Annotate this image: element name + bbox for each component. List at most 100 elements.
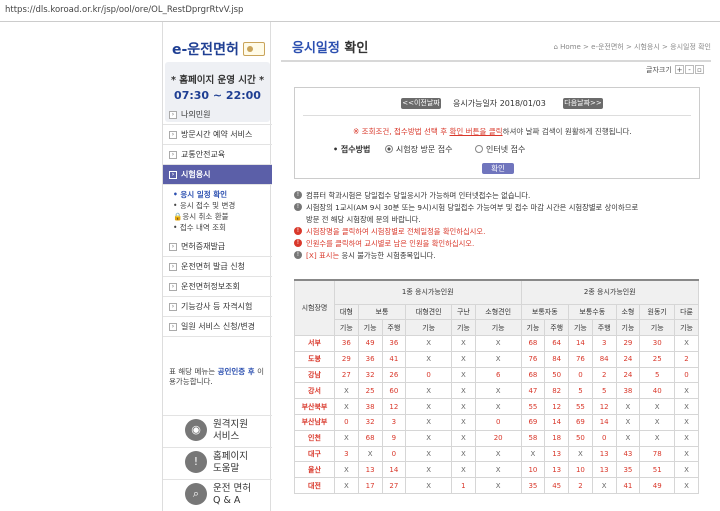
site-link[interactable]: 강서 [294, 382, 335, 400]
address-bar[interactable]: https://dls.koroad.or.kr/jsp/ool/ore/OL_… [0, 0, 720, 22]
capacity-link[interactable]: 60 [381, 382, 407, 400]
capacity-link[interactable]: 20 [474, 429, 522, 447]
capacity-link[interactable]: 2 [591, 366, 617, 384]
capacity-link[interactable]: 76 [520, 350, 546, 368]
capacity-link[interactable]: 3 [334, 445, 359, 463]
capacity-link[interactable]: 3 [381, 414, 407, 431]
capacity-link[interactable]: 12 [591, 398, 617, 416]
capacity-link[interactable]: 0 [334, 414, 359, 431]
sidebar-item[interactable]: › 운전면허정보조회 [163, 277, 272, 297]
capacity-link[interactable]: 0 [381, 445, 407, 463]
capacity-link[interactable]: 36 [334, 335, 359, 352]
breadcrumb[interactable]: ⌂ Home > e-운전면허 > 시험응시 > 응시일정 확인 [553, 42, 711, 52]
capacity-link[interactable]: 51 [639, 461, 676, 479]
capacity-link[interactable]: 58 [520, 429, 546, 447]
capacity-link[interactable]: 5 [639, 366, 676, 384]
capacity-link[interactable]: 84 [544, 350, 570, 368]
capacity-link[interactable]: 12 [544, 398, 570, 416]
capacity-link[interactable]: 0 [568, 366, 593, 384]
site-link[interactable]: 대구 [294, 445, 335, 463]
capacity-link[interactable]: 3 [591, 335, 617, 352]
capacity-link[interactable]: 35 [520, 477, 546, 495]
capacity-link[interactable]: 14 [381, 461, 407, 479]
capacity-link[interactable]: 2 [674, 350, 699, 368]
capacity-link[interactable]: 10 [568, 461, 593, 479]
capacity-link[interactable]: 41 [615, 477, 641, 495]
capacity-link[interactable]: 43 [615, 445, 641, 463]
capacity-link[interactable]: 0 [405, 366, 453, 384]
capacity-link[interactable]: 32 [357, 414, 383, 431]
capacity-link[interactable]: 84 [591, 350, 617, 368]
capacity-link[interactable]: 41 [381, 350, 407, 368]
capacity-link[interactable]: 13 [357, 461, 383, 479]
capacity-link[interactable]: 29 [615, 335, 641, 352]
capacity-link[interactable]: 0 [674, 366, 699, 384]
capacity-link[interactable]: 69 [568, 414, 593, 431]
capacity-link[interactable]: 17 [357, 477, 383, 495]
site-link[interactable]: 부산남부 [294, 414, 335, 431]
capacity-link[interactable]: 14 [591, 414, 617, 431]
sidebar-item[interactable]: › 일원 서비스 신청/변경 [163, 317, 272, 337]
capacity-link[interactable]: 10 [520, 461, 546, 479]
capacity-link[interactable]: 0 [591, 429, 617, 447]
capacity-link[interactable]: 5 [591, 382, 617, 400]
capacity-link[interactable]: 50 [544, 366, 570, 384]
capacity-link[interactable]: 27 [334, 366, 359, 384]
capacity-link[interactable]: 18 [544, 429, 570, 447]
capacity-link[interactable]: 26 [381, 366, 407, 384]
submenu-item[interactable]: • 응시 일정 확인 [173, 189, 272, 200]
capacity-link[interactable]: 68 [520, 335, 546, 352]
capacity-link[interactable]: 82 [544, 382, 570, 400]
font-decrease-button[interactable]: - [685, 65, 694, 74]
method-option-visit[interactable]: 시험장 방문 접수 [384, 145, 453, 154]
capacity-link[interactable]: 55 [520, 398, 546, 416]
capacity-link[interactable]: 24 [615, 366, 641, 384]
capacity-link[interactable]: 29 [334, 350, 359, 368]
site-link[interactable]: 대전 [294, 477, 335, 495]
service-link[interactable]: ! 홈페이지 도움말 [163, 447, 272, 478]
capacity-link[interactable]: 35 [615, 461, 641, 479]
sidebar-item[interactable]: › 나의민원 [163, 105, 272, 125]
sidebar-item[interactable]: › 교통안전교육 [163, 145, 272, 165]
capacity-link[interactable]: 27 [381, 477, 407, 495]
next-date-button[interactable]: 다음날짜>> [563, 98, 603, 109]
confirm-button[interactable]: 확인 [482, 163, 514, 174]
capacity-link[interactable]: 25 [639, 350, 676, 368]
capacity-link[interactable]: 13 [591, 445, 617, 463]
sidebar-item[interactable]: › 운전면허 발급 신청 [163, 257, 272, 277]
capacity-link[interactable]: 69 [520, 414, 546, 431]
capacity-link[interactable]: 45 [544, 477, 570, 495]
service-link[interactable]: ◉ 원격지원 서비스 [163, 415, 272, 446]
logo[interactable]: e-운전면허 [163, 30, 272, 60]
capacity-link[interactable]: 68 [520, 366, 546, 384]
capacity-link[interactable]: 36 [357, 350, 383, 368]
sidebar-item[interactable]: › 방문시간 예약 서비스 [163, 125, 272, 145]
capacity-link[interactable]: 25 [357, 382, 383, 400]
capacity-link[interactable]: 13 [544, 461, 570, 479]
capacity-link[interactable]: 0 [474, 414, 522, 431]
capacity-link[interactable]: 38 [357, 398, 383, 416]
capacity-link[interactable]: 78 [639, 445, 676, 463]
capacity-link[interactable]: 64 [544, 335, 570, 352]
capacity-link[interactable]: 9 [381, 429, 407, 447]
capacity-link[interactable]: 24 [615, 350, 641, 368]
sidebar-item[interactable]: › 기능강사 등 자격시험 [163, 297, 272, 317]
capacity-link[interactable]: 38 [615, 382, 641, 400]
radio-icon[interactable] [475, 145, 484, 153]
capacity-link[interactable]: 2 [568, 477, 593, 495]
capacity-link[interactable]: 5 [568, 382, 593, 400]
service-link[interactable]: ⌕ 운전 면허 Q & A [163, 479, 272, 510]
capacity-link[interactable]: 49 [639, 477, 676, 495]
prev-date-button[interactable]: <<이전날짜 [401, 98, 441, 109]
site-link[interactable]: 도봉 [294, 350, 335, 368]
font-reset-button[interactable]: ▫ [695, 65, 704, 74]
capacity-link[interactable]: 30 [639, 335, 676, 352]
sidebar-item[interactable]: › 면허증재발급 [163, 237, 272, 257]
capacity-link[interactable]: 50 [568, 429, 593, 447]
submenu-item[interactable]: 🔒응시 취소 환불 [173, 211, 272, 222]
capacity-link[interactable]: 68 [357, 429, 383, 447]
capacity-link[interactable]: 76 [568, 350, 593, 368]
capacity-link[interactable]: 49 [357, 335, 383, 352]
font-increase-button[interactable]: + [675, 65, 684, 74]
info-link[interactable]: 확인 버튼을 클릭 [450, 127, 503, 136]
